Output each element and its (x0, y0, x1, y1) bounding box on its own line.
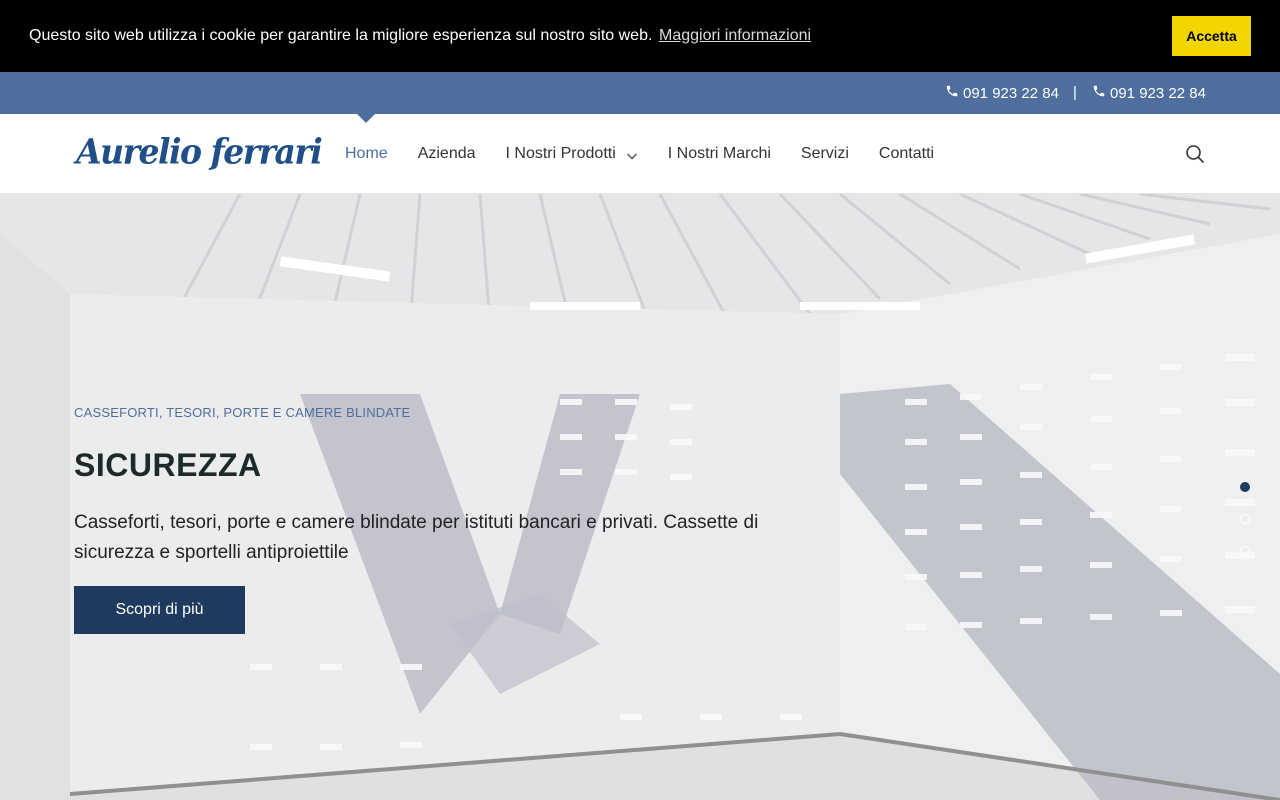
nav-item-servizi[interactable]: Servizi (801, 144, 849, 164)
search-icon (1185, 145, 1205, 168)
active-nav-marker (357, 114, 375, 123)
nav-item-home[interactable]: Home (345, 144, 388, 164)
cookie-banner: Questo sito web utilizza i cookie per ga… (0, 0, 1280, 72)
nav-item-marchi[interactable]: I Nostri Marchi (668, 144, 771, 164)
chevron-down-icon (626, 148, 638, 160)
hero-cta-button[interactable]: Scopri di più (74, 586, 245, 634)
nav-item-contatti[interactable]: Contatti (879, 144, 934, 164)
slider-dot-1[interactable] (1240, 482, 1250, 492)
phone-number: 091 923 22 84 (1110, 84, 1206, 102)
phone-icon (1092, 84, 1106, 103)
slider-dot-3[interactable] (1240, 546, 1250, 556)
site-header: Aurelio ferrari Home Azienda I Nostri Pr… (0, 114, 1280, 194)
hero-eyebrow: CASSEFORTI, TESORI, PORTE E CAMERE BLIND… (74, 405, 411, 420)
phone-icon (945, 84, 959, 103)
cookie-more-info-link[interactable]: Maggiori informazioni (659, 26, 811, 46)
phone-separator: | (1073, 84, 1077, 101)
hero-description: Casseforti, tesori, porte e camere blind… (74, 512, 759, 563)
site-logo[interactable]: Aurelio ferrari (76, 131, 323, 173)
phone-link-1[interactable]: 091 923 22 84 (945, 84, 1059, 103)
phone-link-2[interactable]: 091 923 22 84 (1092, 84, 1206, 103)
cookie-accept-button[interactable]: Accetta (1172, 16, 1251, 56)
top-contact-bar: 091 923 22 84 | 091 923 22 84 (0, 72, 1280, 114)
main-nav: Home Azienda I Nostri Prodotti I Nostri … (345, 144, 964, 164)
hero-overlay (0, 194, 1280, 800)
nav-item-prodotti-label: I Nostri Prodotti (505, 145, 616, 162)
search-button[interactable] (1185, 144, 1207, 166)
nav-item-azienda[interactable]: Azienda (418, 144, 476, 164)
hero-title: SICUREZZA (74, 447, 262, 483)
cookie-message: Questo sito web utilizza i cookie per ga… (29, 27, 653, 44)
hero-slider: CASSEFORTI, TESORI, PORTE E CAMERE BLIND… (0, 194, 1280, 800)
slider-dot-2[interactable] (1240, 514, 1250, 524)
nav-item-prodotti[interactable]: I Nostri Prodotti (506, 144, 638, 164)
phone-number: 091 923 22 84 (963, 84, 1059, 102)
